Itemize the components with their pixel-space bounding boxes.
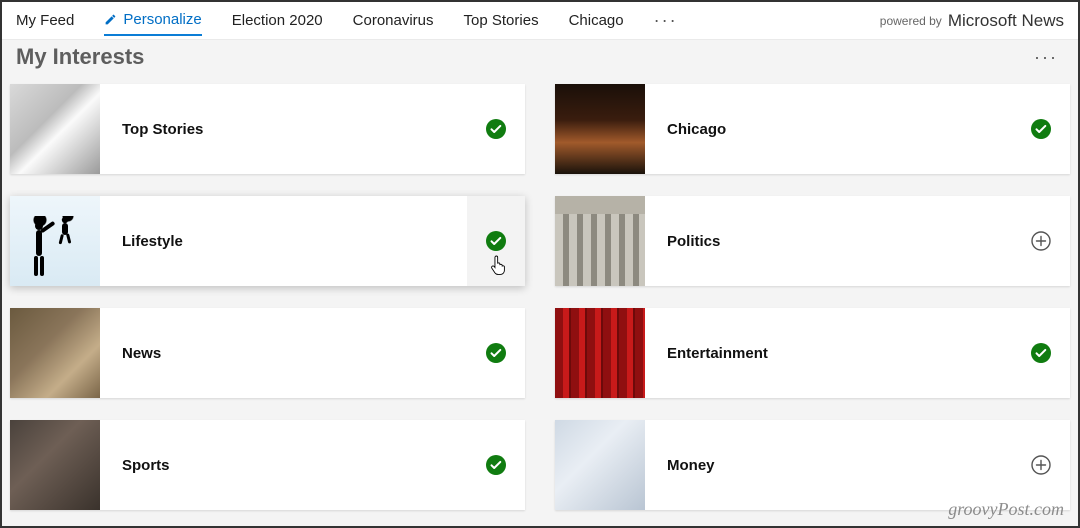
interest-label: Chicago [645,121,1012,138]
page-title: My Interests [16,44,144,70]
thumb-entertainment [555,308,645,398]
check-circle-icon [486,343,506,363]
interest-label: Sports [100,457,467,474]
check-circle-icon [1031,119,1051,139]
thumb-sports [10,420,100,510]
thumb-money [555,420,645,510]
interest-card-sports[interactable]: Sports [10,420,525,510]
ellipsis-icon: ··· [654,10,678,30]
tab-label: Chicago [569,12,624,29]
interest-card-top-stories[interactable]: Top Stories [10,84,525,174]
heading-row: My Interests ··· [10,40,1070,84]
tab-label: Election 2020 [232,12,323,29]
interest-label: Top Stories [100,121,467,138]
tab-label: My Feed [16,12,74,29]
tab-top-stories[interactable]: Top Stories [464,6,539,35]
thumb-politics [555,196,645,286]
interest-label: Lifestyle [100,233,467,250]
interest-label: News [100,345,467,362]
thumb-news [10,308,100,398]
tab-label: Personalize [123,11,201,28]
check-circle-icon [1031,343,1051,363]
interest-toggle[interactable] [467,84,525,174]
thumb-chicago [555,84,645,174]
interest-toggle[interactable] [1012,420,1070,510]
brand-label: Microsoft News [948,11,1064,31]
interest-toggle[interactable] [1012,84,1070,174]
tab-label: Top Stories [464,12,539,29]
powered-by-label: powered by [880,14,942,28]
pencil-icon [104,13,117,26]
content-area: My Interests ··· Top Stories Chicago [2,40,1078,526]
thumb-top-stories [10,84,100,174]
plus-circle-icon [1031,231,1051,251]
interest-card-money[interactable]: Money [555,420,1070,510]
thumb-lifestyle [10,196,100,286]
tab-more-icon[interactable]: ··· [654,10,678,31]
tab-personalize[interactable]: Personalize [104,5,201,36]
interest-toggle[interactable] [1012,196,1070,286]
check-circle-icon [486,455,506,475]
check-circle-icon [486,119,506,139]
plus-circle-icon [1031,455,1051,475]
top-nav: My Feed Personalize Election 2020 Corona… [2,2,1078,40]
tab-chicago[interactable]: Chicago [569,6,624,35]
interest-card-lifestyle[interactable]: Lifestyle [10,196,525,286]
check-circle-icon [486,231,506,251]
ellipsis-icon: ··· [1034,47,1058,67]
interest-toggle[interactable] [467,308,525,398]
interest-label: Politics [645,233,1012,250]
heading-more-button[interactable]: ··· [1034,47,1058,68]
interest-label: Entertainment [645,345,1012,362]
tab-label: Coronavirus [353,12,434,29]
interest-toggle[interactable] [467,420,525,510]
tab-my-feed[interactable]: My Feed [16,6,74,35]
tab-coronavirus[interactable]: Coronavirus [353,6,434,35]
tab-election-2020[interactable]: Election 2020 [232,6,323,35]
interest-card-entertainment[interactable]: Entertainment [555,308,1070,398]
interest-label: Money [645,457,1012,474]
interest-grid: Top Stories Chicago Lifestyle [10,84,1070,516]
interest-toggle[interactable] [467,196,525,286]
interest-toggle[interactable] [1012,308,1070,398]
interest-card-politics[interactable]: Politics [555,196,1070,286]
interest-card-news[interactable]: News [10,308,525,398]
interest-card-chicago[interactable]: Chicago [555,84,1070,174]
